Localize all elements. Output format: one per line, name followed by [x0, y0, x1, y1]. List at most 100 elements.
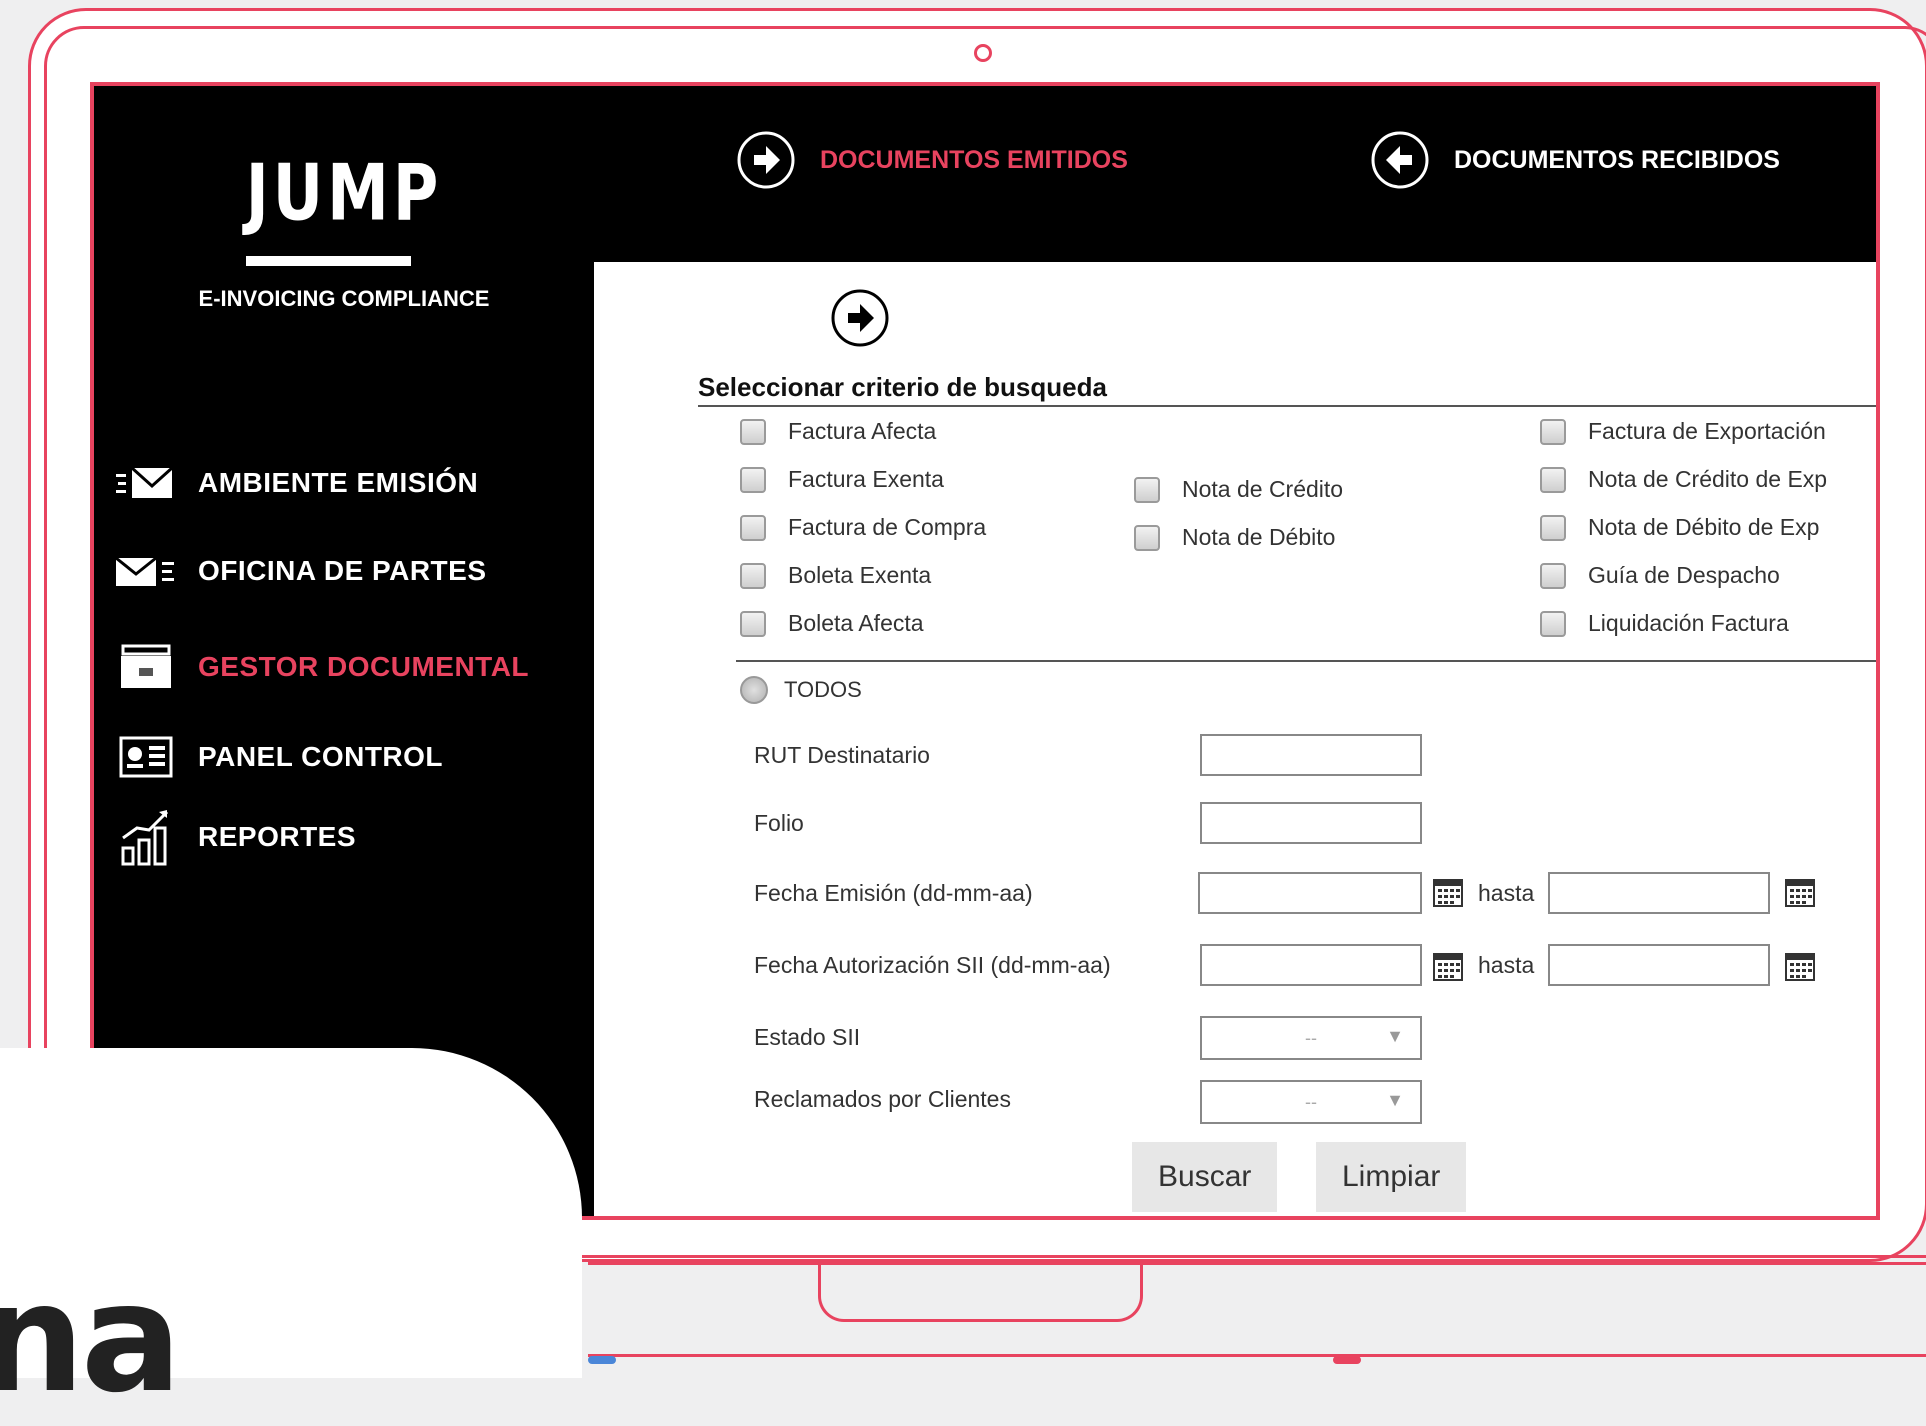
- arrow-left-circle-icon: [1371, 131, 1429, 189]
- sidebar-item-label: REPORTES: [198, 821, 357, 852]
- label-estado-sii: Estado SII: [754, 1024, 861, 1050]
- checkbox-box[interactable]: [740, 610, 766, 637]
- limpiar-button[interactable]: Limpiar: [1316, 1142, 1467, 1212]
- tab-label: DOCUMENTOS RECIBIDOS: [1454, 145, 1780, 174]
- sidebar-item-gestor-documental[interactable]: GESTOR DOCUMENTAL: [116, 644, 530, 688]
- top-navigation: DOCUMENTOS EMITIDOS DOCUMENTOS RECIBIDOS: [594, 86, 1876, 261]
- folder-icon: [116, 644, 176, 688]
- checkbox-box[interactable]: [1540, 610, 1566, 637]
- sidebar-item-ambiente-emision[interactable]: AMBIENTE EMISIÓN: [116, 462, 478, 504]
- checkbox-label: Factura de Compra: [788, 514, 987, 540]
- checkbox-label: Boleta Exenta: [788, 562, 932, 588]
- checkbox-box[interactable]: [740, 418, 766, 445]
- checkbox-label: Nota de Débito: [1182, 524, 1336, 550]
- checkbox-box[interactable]: [740, 514, 766, 541]
- fecha-emision-desde-input[interactable]: [1198, 872, 1422, 914]
- checkbox-factura-de-compra[interactable]: Factura de Compra: [740, 514, 986, 541]
- laptop-foot: [588, 1356, 616, 1364]
- base-edge: [588, 1262, 1926, 1265]
- checkbox-box[interactable]: [1134, 476, 1160, 503]
- buscar-button[interactable]: Buscar: [1132, 1142, 1278, 1212]
- sidebar-item-label: AMBIENTE EMISIÓN: [198, 467, 479, 498]
- label-fecha-emision: Fecha Emisión (dd-mm-aa): [754, 880, 1033, 906]
- calendar-icon[interactable]: [1784, 950, 1816, 982]
- camera-icon: [974, 44, 992, 62]
- estado-sii-select[interactable]: -- ▼: [1200, 1016, 1422, 1060]
- radio-button[interactable]: [740, 676, 768, 704]
- calendar-icon[interactable]: [1432, 876, 1464, 908]
- divider: [698, 405, 1876, 407]
- sidebar-item-reportes[interactable]: REPORTES: [116, 810, 357, 866]
- checkbox-factura-afecta[interactable]: Factura Afecta: [740, 418, 936, 445]
- checkbox-box[interactable]: [1540, 562, 1566, 589]
- sidebar: JUMP E-INVOICING COMPLIANCE AMBIENTE EMI…: [94, 86, 594, 1216]
- checkbox-label: Nota de Crédito: [1182, 476, 1344, 502]
- checkbox-nota-de-debito-exp[interactable]: Nota de Débito de Exp: [1540, 514, 1819, 541]
- laptop-base: [588, 1260, 1926, 1370]
- select-value: --: [1305, 1027, 1317, 1048]
- fecha-emision-hasta-input[interactable]: [1548, 872, 1770, 914]
- dropdown-caret-icon: ▼: [1386, 1090, 1404, 1110]
- base-notch: [818, 1260, 1143, 1322]
- sidebar-item-label: PANEL CONTROL: [198, 741, 444, 772]
- mail-send-icon: [116, 462, 176, 504]
- select-value: --: [1305, 1091, 1317, 1112]
- checkbox-nota-de-debito[interactable]: Nota de Débito: [1134, 524, 1335, 551]
- checkbox-box[interactable]: [1540, 466, 1566, 493]
- fecha-autorizacion-hasta-input[interactable]: [1548, 944, 1770, 986]
- laptop-foot: [1333, 1356, 1361, 1364]
- bar-chart-icon: [116, 810, 176, 866]
- checkbox-box[interactable]: [740, 466, 766, 493]
- radio-label: TODOS: [784, 677, 862, 702]
- checkbox-label: Liquidación Factura: [1588, 610, 1789, 636]
- checkbox-label: Guía de Despacho: [1588, 562, 1780, 588]
- sidebar-item-panel-control[interactable]: PANEL CONTROL: [116, 736, 443, 778]
- checkbox-liquidacion-factura[interactable]: Liquidación Factura: [1540, 610, 1789, 637]
- dashboard-icon: [116, 736, 176, 778]
- checkbox-box[interactable]: [1540, 514, 1566, 541]
- radio-todos[interactable]: TODOS: [740, 676, 862, 704]
- divider: [736, 660, 1876, 662]
- checkbox-nota-de-credito-exp[interactable]: Nota de Crédito de Exp: [1540, 466, 1827, 493]
- rut-input[interactable]: [1200, 734, 1422, 776]
- checkbox-factura-exenta[interactable]: Factura Exenta: [740, 466, 944, 493]
- tab-label: DOCUMENTOS EMITIDOS: [820, 145, 1128, 174]
- folio-input[interactable]: [1200, 802, 1422, 844]
- search-panel: Seleccionar criterio de busqueda Factura…: [594, 262, 1876, 1216]
- base-edge: [588, 1354, 1926, 1357]
- checkbox-nota-de-credito[interactable]: Nota de Crédito: [1134, 476, 1343, 503]
- dropdown-caret-icon: ▼: [1386, 1026, 1404, 1046]
- checkbox-label: Nota de Crédito de Exp: [1588, 466, 1828, 492]
- checkbox-label: Nota de Débito de Exp: [1588, 514, 1820, 540]
- checkbox-label: Boleta Afecta: [788, 610, 924, 636]
- calendar-icon[interactable]: [1432, 950, 1464, 982]
- checkbox-box[interactable]: [1134, 524, 1160, 551]
- checkbox-boleta-exenta[interactable]: Boleta Exenta: [740, 562, 931, 589]
- tab-documentos-emitidos[interactable]: DOCUMENTOS EMITIDOS: [736, 130, 1128, 190]
- checkbox-boleta-afecta[interactable]: Boleta Afecta: [740, 610, 924, 637]
- reclamados-select[interactable]: -- ▼: [1200, 1080, 1422, 1124]
- logo-underline: [246, 256, 411, 266]
- label-fecha-autorizacion: Fecha Autorización SII (dd-mm-aa): [754, 952, 1111, 978]
- hasta-label: hasta: [1478, 952, 1535, 978]
- arrow-right-circle-icon: [737, 131, 795, 189]
- arrow-right-circle-icon[interactable]: [830, 288, 890, 348]
- label-reclamados: Reclamados por Clientes: [754, 1086, 1011, 1112]
- label-folio: Folio: [754, 810, 804, 836]
- checkbox-label: Factura Exenta: [788, 466, 944, 492]
- tab-documentos-recibidos[interactable]: DOCUMENTOS RECIBIDOS: [1370, 130, 1780, 190]
- sidebar-item-label: GESTOR DOCUMENTAL: [198, 651, 530, 682]
- checkbox-guia-de-despacho[interactable]: Guía de Despacho: [1540, 562, 1780, 589]
- overlay-text: na: [0, 1252, 182, 1426]
- label-rut-destinatario: RUT Destinatario: [754, 742, 930, 768]
- checkbox-label: Factura Afecta: [788, 418, 937, 444]
- fecha-autorizacion-desde-input[interactable]: [1200, 944, 1422, 986]
- mail-receive-icon: [116, 550, 176, 592]
- tagline: E-INVOICING COMPLIANCE: [198, 286, 490, 311]
- checkbox-box[interactable]: [1540, 418, 1566, 445]
- sidebar-item-oficina-de-partes[interactable]: OFICINA DE PARTES: [116, 550, 487, 592]
- calendar-icon[interactable]: [1784, 876, 1816, 908]
- checkbox-factura-de-exportacion[interactable]: Factura de Exportación: [1540, 418, 1826, 445]
- sidebar-item-label: OFICINA DE PARTES: [198, 555, 487, 586]
- checkbox-box[interactable]: [740, 562, 766, 589]
